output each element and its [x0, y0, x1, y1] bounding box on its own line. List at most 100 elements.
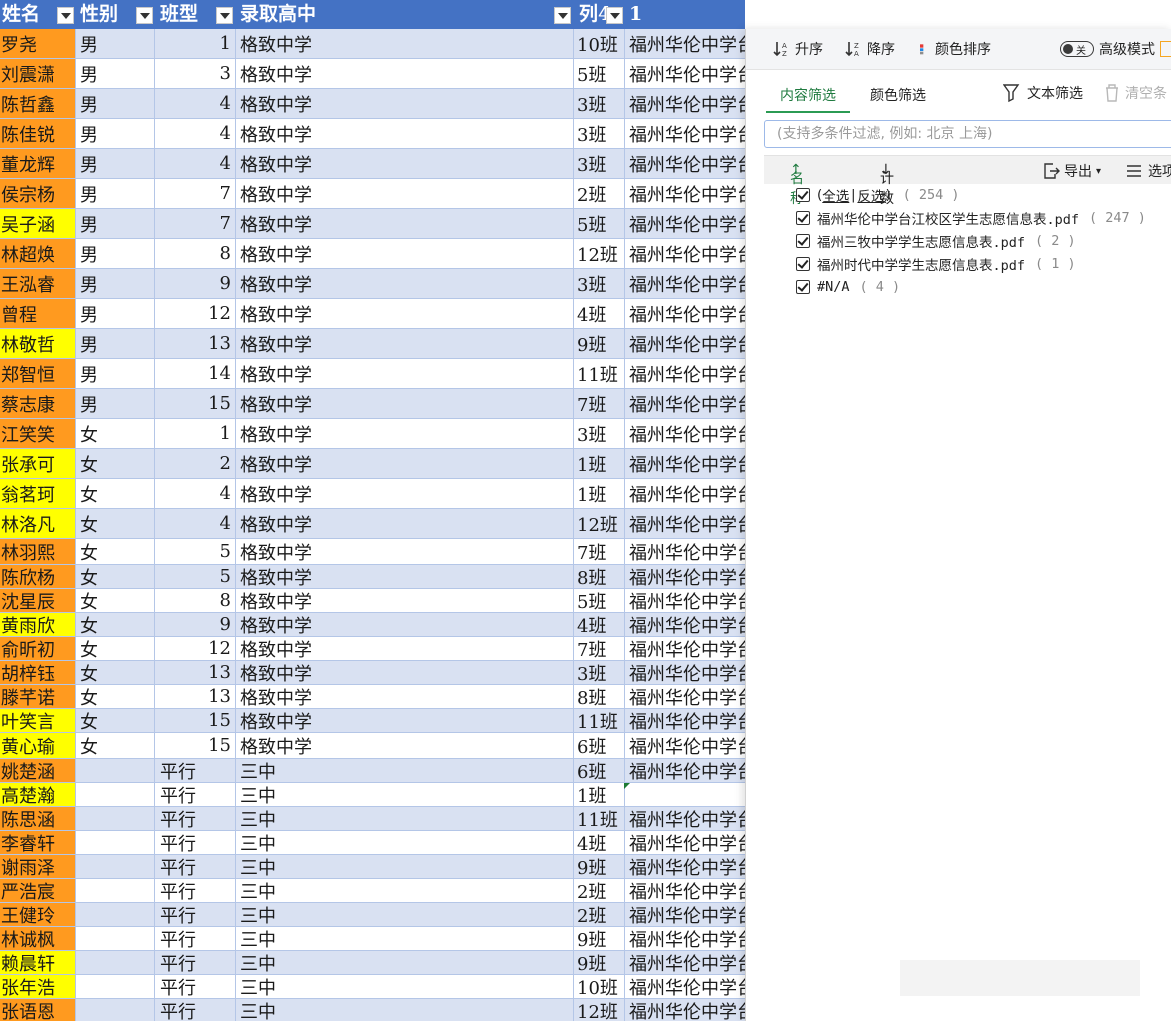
cell-name[interactable]: 陈佳锐 [0, 119, 76, 148]
cell-school[interactable]: 格致中学 [236, 149, 574, 178]
cell-class[interactable]: 2班 [574, 879, 625, 902]
cell-school[interactable]: 三中 [236, 927, 574, 950]
table-row[interactable]: 胡梓钰女 13 格致中学 3班 福州华伦中学台 [0, 661, 745, 685]
table-row[interactable]: 严浩宸 平行 三中 2班 福州华伦中学台 [0, 879, 745, 903]
cell-class[interactable]: 8班 [574, 685, 625, 708]
cell-gender[interactable]: 女 [76, 509, 155, 538]
cell-class-type[interactable]: 平行 [155, 975, 236, 998]
cell-class[interactable]: 6班 [574, 733, 625, 758]
cell-name[interactable]: 黄雨欣 [0, 613, 76, 636]
table-row[interactable]: 陈佳锐男 4 格致中学 3班 福州华伦中学台 [0, 119, 745, 149]
table-row[interactable]: 张年浩 平行 三中 10班 福州华伦中学台 [0, 975, 745, 999]
table-row[interactable]: 吴子涵男 7 格致中学 5班 福州华伦中学台 [0, 209, 745, 239]
cell-gender[interactable]: 男 [76, 329, 155, 358]
cell-class[interactable]: 3班 [574, 269, 625, 298]
cell-school[interactable]: 格致中学 [236, 733, 574, 758]
cell-school[interactable]: 三中 [236, 831, 574, 854]
table-row[interactable]: 翁茗珂女 4 格致中学 1班 福州华伦中学台 [0, 479, 745, 509]
cell-class[interactable]: 1班 [574, 479, 625, 508]
list-item[interactable]: 福州时代中学学生志愿信息表.pdf ( 1 ) [796, 253, 1076, 275]
cell-class[interactable]: 7班 [574, 539, 625, 564]
advanced-mode-toggle[interactable]: 关 高级模式 [1060, 29, 1171, 69]
cell-class[interactable]: 1班 [574, 783, 625, 806]
filter-dropdown-icon[interactable] [57, 7, 74, 24]
toggle-switch[interactable]: 关 [1060, 41, 1094, 57]
clear-filter-button[interactable]: 清空条 [1104, 83, 1167, 103]
table-row[interactable]: 谢雨泽 平行 三中 9班 福州华伦中学台 [0, 855, 745, 879]
cell-gender[interactable]: 女 [76, 661, 155, 684]
cell-source-file[interactable]: 福州华伦中学台 [625, 359, 745, 388]
cell-class-type[interactable]: 13 [155, 685, 236, 708]
cell-gender[interactable]: 女 [76, 685, 155, 708]
cell-source-file[interactable]: 福州华伦中学台 [625, 831, 745, 855]
cell-name[interactable]: 严浩宸 [0, 879, 76, 902]
cell-name[interactable]: 林敬哲 [0, 329, 76, 358]
cell-gender[interactable]: 女 [76, 419, 155, 448]
table-row[interactable]: 林洛凡女 4 格致中学 12班 福州华伦中学台 [0, 509, 745, 539]
cell-class-type[interactable]: 12 [155, 637, 236, 660]
cell-school[interactable]: 格致中学 [236, 209, 574, 238]
select-all-link[interactable]: 全选 [822, 185, 849, 205]
cell-class[interactable]: 4班 [574, 299, 625, 328]
cell-name[interactable]: 林羽熙 [0, 539, 76, 564]
cell-gender[interactable]: 男 [76, 389, 155, 418]
cell-source-file[interactable]: 福州华伦中学台 [625, 299, 745, 328]
cell-class-type[interactable]: 7 [155, 209, 236, 238]
table-row[interactable]: 李睿轩 平行 三中 4班 福州华伦中学台 [0, 831, 745, 855]
cell-class-type[interactable]: 7 [155, 179, 236, 208]
options-button[interactable]: 选项 [1126, 161, 1171, 181]
table-row[interactable]: 江笑笑女 1 格致中学 3班 福州华伦中学台 [0, 419, 745, 449]
checkbox[interactable] [796, 280, 810, 294]
cell-school[interactable]: 格致中学 [236, 119, 574, 148]
table-row[interactable]: 董龙辉男 4 格致中学 3班 福州华伦中学台 [0, 149, 745, 179]
cell-class[interactable]: 4班 [574, 831, 625, 854]
cell-class-type[interactable]: 平行 [155, 951, 236, 974]
cell-name[interactable]: 张年浩 [0, 975, 76, 998]
cell-gender[interactable]: 女 [76, 589, 155, 612]
cell-school[interactable]: 格致中学 [236, 89, 574, 118]
cell-class-type[interactable]: 平行 [155, 879, 236, 902]
table-row[interactable]: 侯宗杨男 7 格致中学 2班 福州华伦中学台 [0, 179, 745, 209]
cell-class-type[interactable]: 4 [155, 89, 236, 118]
cell-class-type[interactable]: 1 [155, 419, 236, 448]
table-row[interactable]: 林诚枫 平行 三中 9班 福州华伦中学台 [0, 927, 745, 951]
cell-class-type[interactable]: 15 [155, 733, 236, 758]
cell-gender[interactable]: 男 [76, 89, 155, 118]
cell-school[interactable]: 三中 [236, 951, 574, 974]
table-row[interactable]: 林超焕男 8 格致中学 12班 福州华伦中学台 [0, 239, 745, 269]
cell-name[interactable]: 郑智恒 [0, 359, 76, 388]
cell-gender[interactable]: 女 [76, 613, 155, 636]
cell-class[interactable]: 5班 [574, 589, 625, 612]
cell-source-file[interactable]: 福州华伦中学台 [625, 329, 745, 358]
cell-class-type[interactable]: 5 [155, 539, 236, 564]
checkbox[interactable] [796, 188, 810, 202]
cell-school[interactable]: 格致中学 [236, 539, 574, 564]
cell-source-file[interactable]: 福州华伦中学台 [625, 613, 745, 637]
cell-name[interactable]: 蔡志康 [0, 389, 76, 418]
export-button[interactable]: 导出 ▾ [1042, 161, 1101, 181]
table-row[interactable]: 林羽熙女 5 格致中学 7班 福州华伦中学台 [0, 539, 745, 565]
cell-class[interactable]: 10班 [574, 975, 625, 998]
spreadsheet[interactable]: 姓名 性别 班型 录取高中 列4 1 罗尧男 1 格致中学 10班 福州华伦中学台 刘震潇… [0, 0, 745, 1021]
cell-school[interactable]: 格致中学 [236, 329, 574, 358]
cell-school[interactable]: 格致中学 [236, 509, 574, 538]
cell-class[interactable]: 3班 [574, 119, 625, 148]
table-row[interactable]: 张承可女 2 格致中学 1班 福州华伦中学台 [0, 449, 745, 479]
cell-class[interactable]: 9班 [574, 329, 625, 358]
cell-school[interactable]: 格致中学 [236, 419, 574, 448]
cell-source-file[interactable]: 福州华伦中学台 [625, 927, 745, 951]
table-row[interactable]: 赖晨轩 平行 三中 9班 福州华伦中学台 [0, 951, 745, 975]
cell-class-type[interactable]: 1 [155, 29, 236, 58]
table-row[interactable]: 曾程男 12 格致中学 4班 福州华伦中学台 [0, 299, 745, 329]
cell-class-type[interactable]: 15 [155, 389, 236, 418]
table-row[interactable]: 王泓睿男 9 格致中学 3班 福州华伦中学台 [0, 269, 745, 299]
cell-name[interactable]: 谢雨泽 [0, 855, 76, 878]
cell-source-file[interactable]: 福州华伦中学台 [625, 759, 745, 783]
cell-class[interactable]: 10班 [574, 29, 625, 58]
cell-source-file[interactable]: 福州华伦中学台 [625, 119, 745, 148]
cell-class[interactable]: 3班 [574, 149, 625, 178]
cell-school[interactable]: 格致中学 [236, 269, 574, 298]
cell-class[interactable]: 11班 [574, 807, 625, 830]
cell-school[interactable]: 三中 [236, 999, 574, 1021]
cell-source-file[interactable]: 福州华伦中学台 [625, 807, 745, 831]
